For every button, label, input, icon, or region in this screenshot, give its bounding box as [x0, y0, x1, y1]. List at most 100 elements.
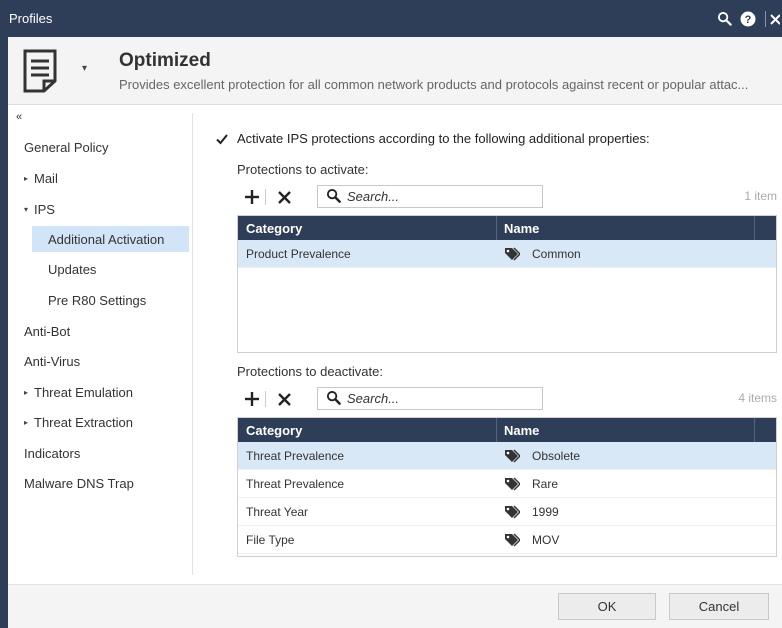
- row-category: File Type: [246, 532, 295, 547]
- sidebar-item-label: General Policy: [24, 139, 109, 155]
- deactivate-search-box[interactable]: [317, 387, 543, 410]
- add-icon[interactable]: [241, 185, 263, 209]
- tag-icon: [504, 246, 522, 261]
- sidebar-item-updates[interactable]: Updates: [48, 256, 188, 282]
- svg-text:?: ?: [745, 14, 752, 26]
- expand-arrow-icon[interactable]: ▸: [24, 418, 30, 427]
- column-header-category[interactable]: Category: [238, 216, 496, 240]
- sidebar-item-label: Additional Activation: [48, 231, 165, 247]
- column-separator[interactable]: [754, 418, 755, 442]
- sidebar-item-additional-activation[interactable]: Additional Activation: [32, 226, 189, 252]
- activate-protections-table: Category Name Product Prevalence Common: [237, 215, 777, 353]
- table-row[interactable]: Threat Year 1999: [238, 498, 776, 526]
- activate-item-count: 1 item: [744, 189, 777, 203]
- sidebar-item-label: Threat Extraction: [34, 414, 133, 430]
- sidebar-item-ips[interactable]: ▾ IPS: [24, 196, 184, 222]
- toolbar-separator: [265, 189, 266, 205]
- activate-toolbar: 1 item: [237, 185, 777, 209]
- sidebar-item-mail[interactable]: ▸ Mail: [24, 165, 184, 191]
- sidebar-item-indicators[interactable]: Indicators: [24, 440, 184, 466]
- column-separator[interactable]: [754, 216, 755, 240]
- profile-description: Provides excellent protection for all co…: [119, 77, 749, 92]
- row-name: MOV: [532, 532, 560, 547]
- sidebar-item-anti-bot[interactable]: Anti-Bot: [24, 318, 184, 344]
- collapse-sidebar-icon[interactable]: «: [16, 111, 22, 123]
- activate-search-box[interactable]: [317, 185, 543, 208]
- column-header-name[interactable]: Name: [496, 216, 754, 240]
- table-row[interactable]: Threat Prevalence Rare: [238, 470, 776, 498]
- sidebar-item-label: Anti-Bot: [24, 323, 71, 339]
- close-icon[interactable]: [770, 8, 780, 30]
- protections-to-deactivate-label: Protections to deactivate:: [237, 364, 383, 379]
- main-content: Activate IPS protections according to th…: [193, 105, 782, 575]
- row-name: Common: [532, 246, 581, 261]
- sidebar-item-malware-dns-trap[interactable]: Malware DNS Trap: [24, 470, 184, 496]
- sidebar-item-label: Indicators: [24, 445, 81, 461]
- sidebar-item-label: Mail: [34, 170, 58, 186]
- table-header: Category Name: [238, 216, 776, 240]
- profile-document-icon[interactable]: [22, 49, 58, 93]
- checkbox-checked-icon[interactable]: [215, 132, 229, 146]
- row-name: 1999: [532, 504, 559, 519]
- ok-button[interactable]: OK: [558, 593, 656, 620]
- title-bar-actions: ?: [713, 0, 782, 37]
- activate-search-input[interactable]: [347, 189, 527, 204]
- help-icon[interactable]: ?: [737, 8, 759, 30]
- row-name-cell: 1999: [496, 498, 754, 525]
- search-icon: [326, 188, 341, 206]
- activate-ips-checkbox-row[interactable]: Activate IPS protections according to th…: [215, 131, 650, 146]
- row-name: Rare: [532, 476, 559, 491]
- row-name-cell: Common: [496, 240, 754, 267]
- add-icon[interactable]: [241, 387, 263, 411]
- collapse-arrow-icon[interactable]: ▾: [24, 205, 30, 214]
- deactivate-search-input[interactable]: [347, 391, 527, 406]
- sidebar-item-threat-extraction[interactable]: ▸ Threat Extraction: [24, 409, 184, 435]
- toolbar-separator: [265, 391, 266, 407]
- deactivate-protections-table: Category Name Threat Prevalence Obsolete…: [237, 417, 777, 557]
- remove-icon[interactable]: [273, 185, 295, 209]
- row-name: Obsolete: [532, 448, 581, 463]
- table-row[interactable]: Threat Prevalence Obsolete: [238, 442, 776, 470]
- column-header-category[interactable]: Category: [238, 418, 496, 442]
- expand-arrow-icon[interactable]: ▸: [24, 174, 30, 183]
- deactivate-item-count: 4 items: [738, 391, 777, 405]
- sidebar-item-label: Anti-Virus: [24, 353, 81, 369]
- column-separator[interactable]: [496, 418, 497, 442]
- tag-icon: [504, 476, 522, 491]
- sidebar-item-threat-emulation[interactable]: ▸ Threat Emulation: [24, 379, 184, 405]
- sidebar-item-label: Malware DNS Trap: [24, 475, 134, 491]
- sidebar: « General Policy ▸ Mail ▾ IPS Additional…: [8, 105, 192, 575]
- deactivate-toolbar: 4 items: [237, 387, 777, 411]
- title-bar-separator: [765, 10, 766, 27]
- row-name-cell: Rare: [496, 470, 754, 497]
- profile-name: Optimized: [119, 50, 211, 71]
- cancel-button[interactable]: Cancel: [669, 593, 769, 620]
- sidebar-item-label: Updates: [48, 261, 97, 277]
- table-row[interactable]: File Type MOV: [238, 526, 776, 554]
- dialog-footer: OK Cancel: [8, 584, 782, 628]
- window-title: Profiles: [9, 11, 53, 26]
- column-header-name[interactable]: Name: [496, 418, 754, 442]
- window-frame: [0, 37, 8, 628]
- row-category: Product Prevalence: [246, 246, 351, 261]
- profile-dropdown-icon[interactable]: ▾: [82, 63, 87, 74]
- expand-arrow-icon[interactable]: ▸: [24, 388, 30, 397]
- title-bar: Profiles ?: [0, 0, 782, 37]
- table-row[interactable]: Product Prevalence Common: [238, 240, 776, 268]
- row-category: Threat Prevalence: [246, 476, 345, 491]
- sidebar-item-label: Pre R80 Settings: [48, 292, 147, 308]
- sidebar-item-label: IPS: [34, 201, 55, 217]
- sidebar-item-label: Threat Emulation: [34, 384, 133, 400]
- column-separator[interactable]: [496, 216, 497, 240]
- row-name-cell: Obsolete: [496, 442, 754, 469]
- search-icon[interactable]: [713, 8, 735, 30]
- tag-icon: [504, 448, 522, 463]
- sidebar-item-anti-virus[interactable]: Anti-Virus: [24, 348, 184, 374]
- row-category: Threat Prevalence: [246, 448, 345, 463]
- sidebar-item-general-policy[interactable]: General Policy: [24, 134, 184, 160]
- sidebar-item-pre-r80-settings[interactable]: Pre R80 Settings: [48, 287, 188, 313]
- tag-icon: [504, 504, 522, 519]
- protections-to-activate-label: Protections to activate:: [237, 162, 369, 177]
- table-header: Category Name: [238, 418, 776, 442]
- remove-icon[interactable]: [273, 387, 295, 411]
